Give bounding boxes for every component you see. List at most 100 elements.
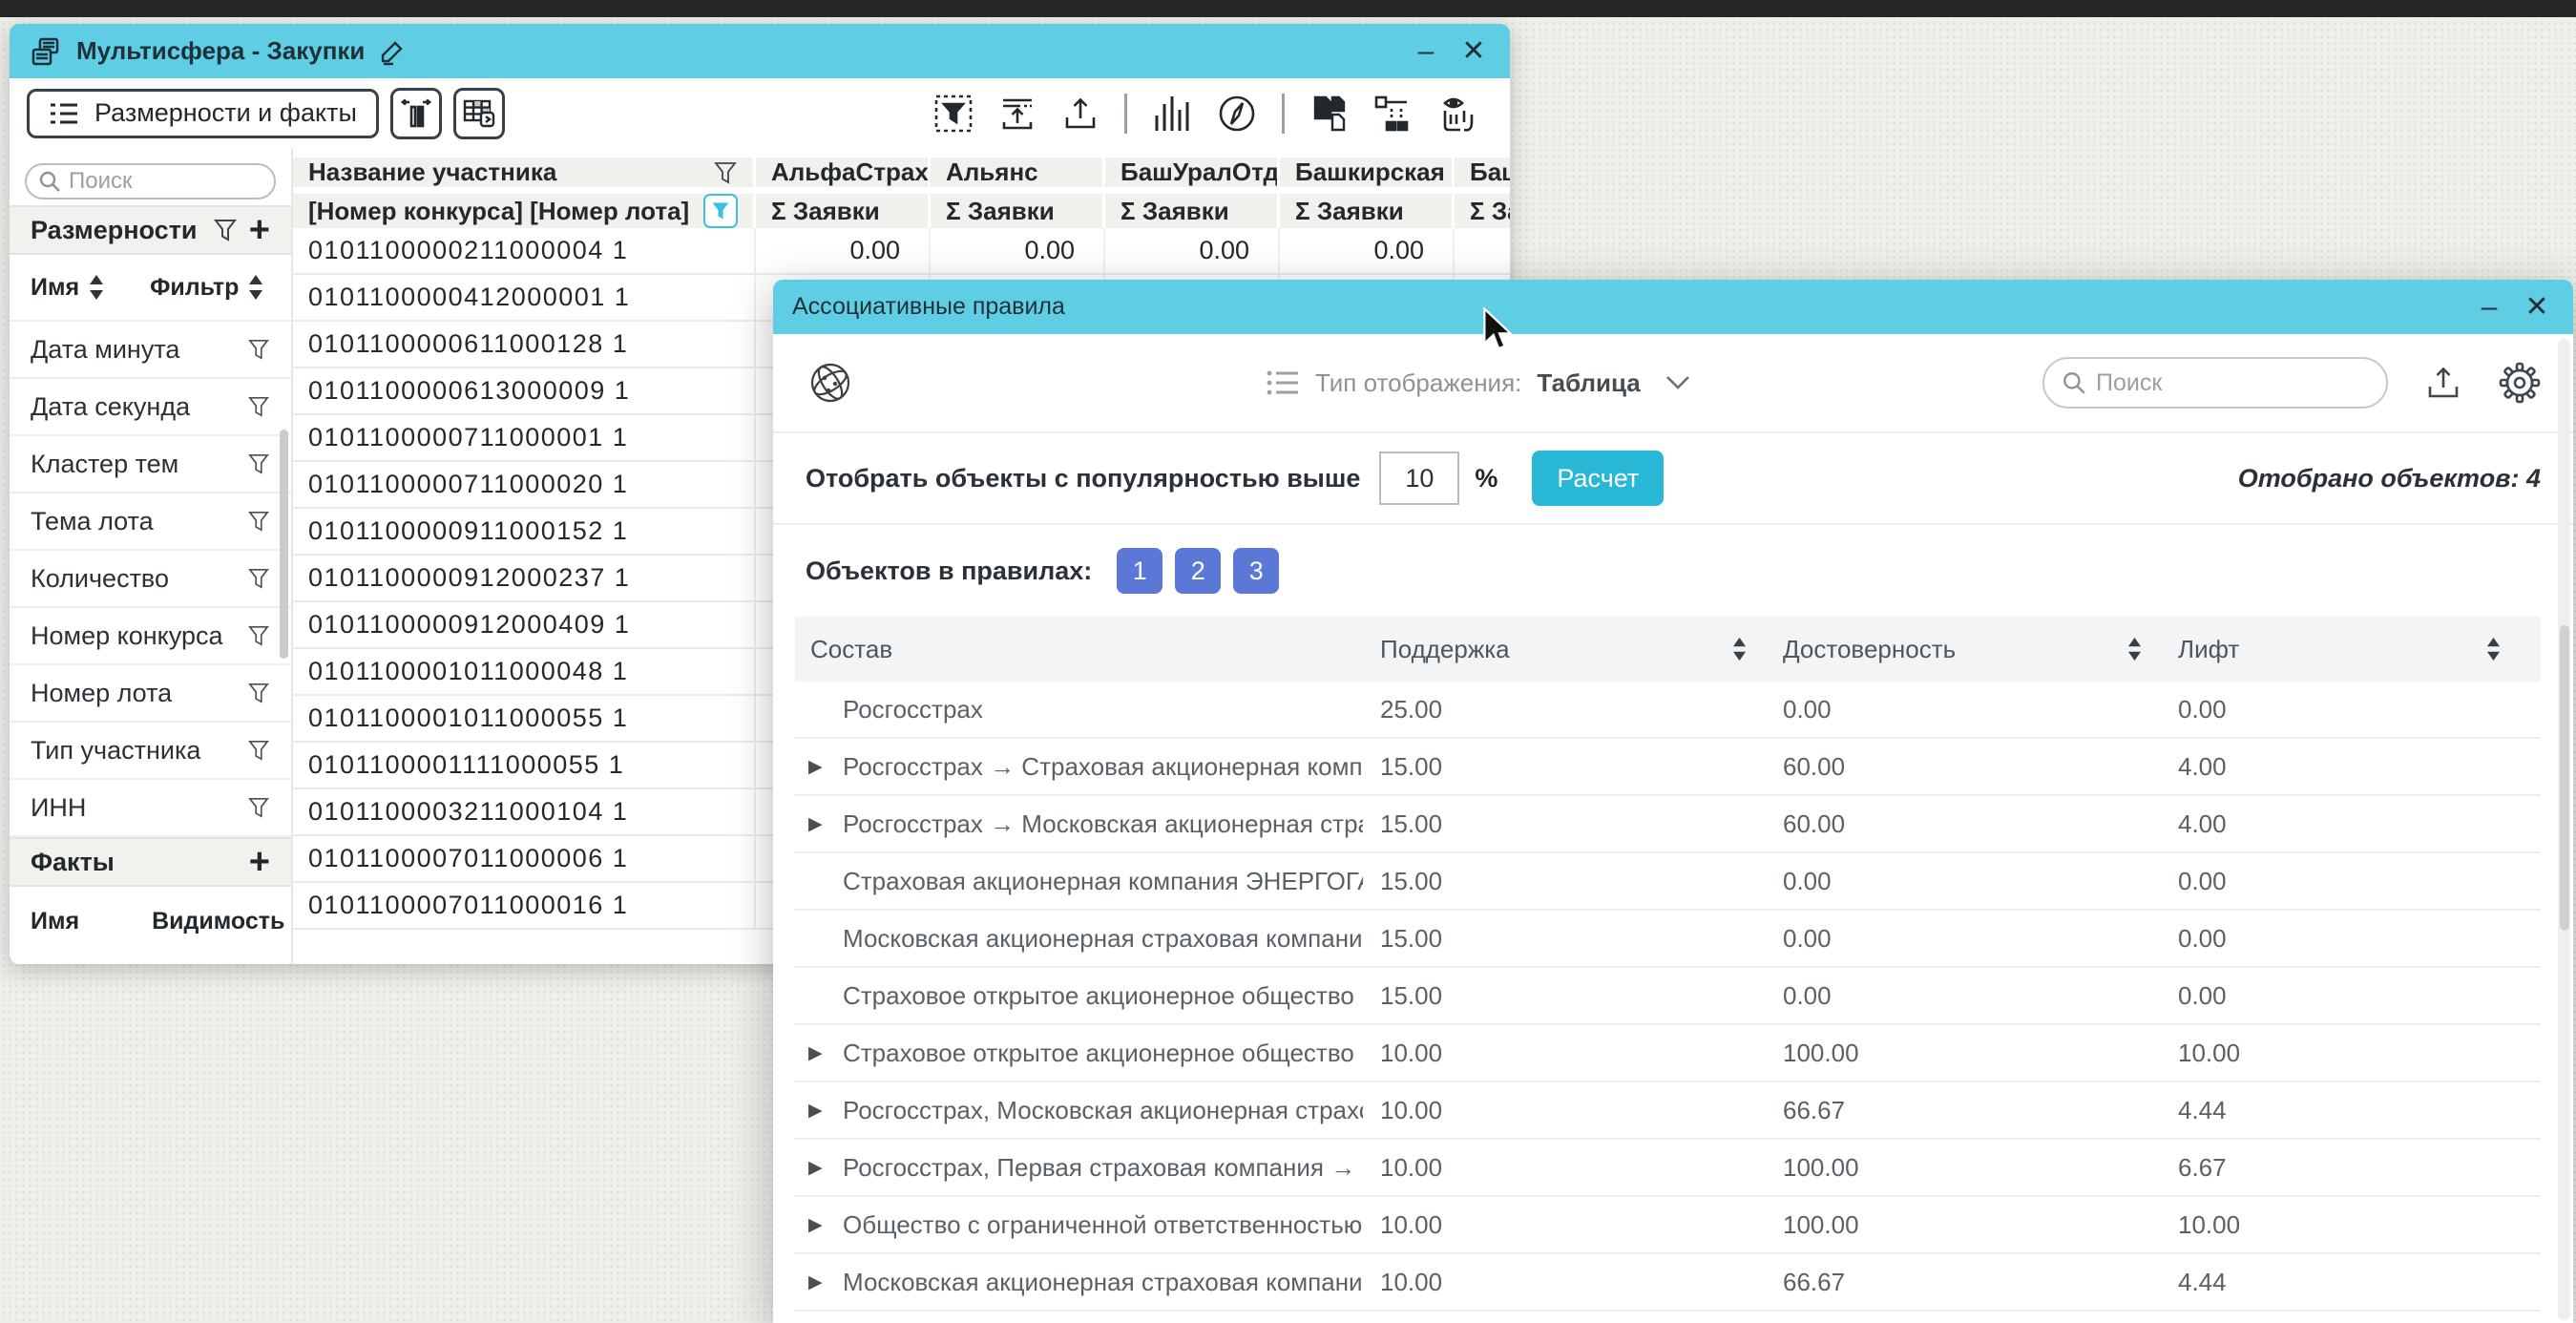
expand-icon[interactable]: ▶ — [808, 1271, 827, 1293]
dimensions-facts-button[interactable]: Размерности и факты — [27, 89, 379, 138]
import-data-icon[interactable] — [998, 94, 1037, 133]
rule-row[interactable]: ▶ Страховая акционерная компания ЭНЕРГОГ… — [795, 853, 2541, 911]
sphere-dice-icon[interactable] — [806, 358, 855, 408]
sort-icon[interactable] — [89, 274, 104, 301]
dimensions-section-header[interactable]: Размерности + — [10, 205, 291, 255]
measure-header-cell[interactable]: Σ Заявки — [1455, 194, 1510, 228]
rule-row[interactable]: ▶ Росгосстрах, Первая страховая компания… — [795, 1140, 2541, 1197]
dimension-item[interactable]: Тип участника — [10, 723, 291, 780]
measure-header-cell[interactable]: Σ Заявки — [1105, 194, 1280, 228]
dimension-item[interactable]: Тема лота — [10, 494, 291, 551]
copy-documents-icon[interactable] — [1309, 94, 1348, 134]
add-fact-button[interactable]: + — [249, 844, 270, 880]
filter-icon[interactable] — [247, 510, 270, 533]
filter-icon[interactable] — [247, 567, 270, 590]
table-panel-button[interactable] — [453, 88, 505, 139]
export-icon[interactable] — [1061, 94, 1100, 133]
rule-row[interactable]: ▶ Московская акционерная страховая компа… — [795, 1254, 2541, 1312]
filter-icon[interactable] — [247, 338, 270, 361]
rule-size-button[interactable]: 2 — [1175, 548, 1221, 594]
rule-row[interactable]: ▶ Общество с ограниченной ответственност… — [795, 1197, 2541, 1254]
dialog-close-button[interactable]: ✕ — [2520, 293, 2554, 322]
gear-icon[interactable] — [2499, 362, 2541, 404]
dimension-item[interactable]: Номер лота — [10, 665, 291, 723]
dimension-item[interactable]: Количество — [10, 551, 291, 608]
sidebar-search-input[interactable] — [69, 168, 262, 195]
filter-icon[interactable] — [247, 739, 270, 762]
rule-composition: Страховая акционерная компания ЭНЕРГОГАР… — [843, 867, 1363, 896]
measure-header-cell[interactable]: Σ Заявки — [931, 194, 1105, 228]
filter-icon[interactable] — [247, 452, 270, 475]
sort-icon[interactable] — [2127, 637, 2142, 662]
measure-header-cell[interactable]: Σ Заявки — [756, 194, 931, 228]
bar-chart-icon[interactable] — [1152, 94, 1192, 133]
dialog-minimize-button[interactable]: – — [2472, 293, 2506, 322]
visibility-box-icon[interactable] — [1437, 94, 1479, 134]
column-header-cell[interactable]: Башкирская — [1455, 158, 1510, 187]
display-type-select[interactable]: Тип отображения: Таблица — [1266, 368, 1690, 398]
popularity-input[interactable] — [1379, 452, 1459, 505]
sort-icon[interactable] — [2486, 637, 2501, 662]
dimension-item[interactable]: ИНН — [10, 780, 291, 837]
sort-icon[interactable] — [248, 274, 263, 301]
expand-icon[interactable]: ▶ — [808, 756, 827, 778]
expand-icon[interactable]: ▶ — [808, 813, 827, 835]
facts-section-header[interactable]: Факты + — [10, 837, 291, 887]
filter-icon[interactable] — [247, 395, 270, 418]
column-header-cell[interactable]: Башкирская ст — [1280, 158, 1455, 187]
rule-row[interactable]: ▶ Страховое открытое акционерное обществ… — [795, 968, 2541, 1025]
rule-row[interactable]: ▶ Росгосстрах → Московская акционерная с… — [795, 796, 2541, 853]
column-header-cell[interactable]: БашУралОтдел — [1105, 158, 1280, 187]
sidebar-search[interactable] — [25, 163, 276, 200]
calculate-button[interactable]: Расчет — [1532, 451, 1664, 506]
rule-row[interactable]: ▶ Московская акционерная страховая компа… — [795, 911, 2541, 968]
rule-size-button[interactable]: 1 — [1117, 548, 1162, 594]
expand-icon[interactable]: ▶ — [808, 1214, 827, 1236]
row-subheader-cell[interactable]: [Номер конкурса] [Номер лота] — [293, 194, 756, 228]
measure-header-cell[interactable]: Σ Заявки — [1280, 194, 1455, 228]
dimension-item[interactable]: Дата минута — [10, 322, 291, 379]
rule-row[interactable]: ▶ Росгосстрах, Московская акционерная ст… — [795, 1082, 2541, 1140]
filter-selection-icon[interactable] — [933, 94, 974, 134]
header-support[interactable]: Поддержка — [1363, 635, 1766, 664]
compass-icon[interactable] — [1217, 94, 1257, 134]
dimension-item[interactable]: Номер конкурса — [10, 608, 291, 665]
rule-row[interactable]: ▶ Страховое открытое акционерное обществ… — [795, 1025, 2541, 1082]
structure-icon[interactable] — [1372, 94, 1413, 134]
minimize-button[interactable]: – — [1409, 37, 1443, 66]
dialog-scrollbar-thumb[interactable] — [2560, 625, 2569, 931]
rule-size-button[interactable]: 3 — [1233, 548, 1279, 594]
column-header-cell[interactable]: Альянс — [931, 158, 1105, 187]
dimension-item[interactable]: Кластер тем — [10, 436, 291, 494]
fit-columns-button[interactable] — [390, 88, 442, 139]
header-lift[interactable]: Лифт — [2161, 635, 2520, 664]
expand-icon[interactable]: ▶ — [808, 1100, 827, 1122]
filter-icon[interactable] — [247, 624, 270, 647]
rule-row[interactable]: ▶ Росгосстрах → Страховая акционерная ко… — [795, 739, 2541, 796]
dimension-item[interactable]: Дата секунда — [10, 379, 291, 436]
header-confidence[interactable]: Достоверность — [1766, 635, 2161, 664]
row-header-cell[interactable]: Название участника — [293, 158, 756, 187]
column-header-cell[interactable]: АльфаСтрахова — [756, 158, 931, 187]
filter-icon[interactable] — [247, 682, 270, 704]
export-icon[interactable] — [2424, 364, 2462, 402]
active-filter-icon[interactable] — [703, 194, 738, 228]
table-row[interactable]: 0101100000211000004 1 0.000.000.000.000.… — [293, 228, 1510, 275]
close-button[interactable]: ✕ — [1456, 37, 1491, 66]
sort-icon[interactable] — [1732, 637, 1747, 662]
expand-icon[interactable]: ▶ — [808, 1157, 827, 1179]
dialog-titlebar[interactable]: Ассоциативные правила – ✕ — [773, 280, 2573, 334]
dialog-search-input[interactable] — [2096, 369, 2369, 397]
filter-icon[interactable] — [713, 160, 738, 185]
rule-row[interactable]: ▶ Росгосстрах 25.00 0.00 0.00 — [795, 682, 2541, 739]
add-dimension-button[interactable]: + — [249, 212, 270, 248]
filter-icon[interactable] — [247, 796, 270, 819]
sidebar-scrollbar-thumb[interactable] — [280, 430, 288, 659]
edit-title-icon[interactable] — [378, 37, 407, 66]
main-titlebar[interactable]: Мультисфера - Закупки – ✕ — [10, 24, 1510, 78]
header-composition[interactable]: Состав — [795, 635, 1363, 664]
expand-icon[interactable]: ▶ — [808, 1042, 827, 1064]
dialog-search[interactable] — [2042, 357, 2388, 409]
dialog-scrollbar[interactable] — [2558, 339, 2570, 1320]
filter-icon[interactable] — [213, 218, 238, 242]
